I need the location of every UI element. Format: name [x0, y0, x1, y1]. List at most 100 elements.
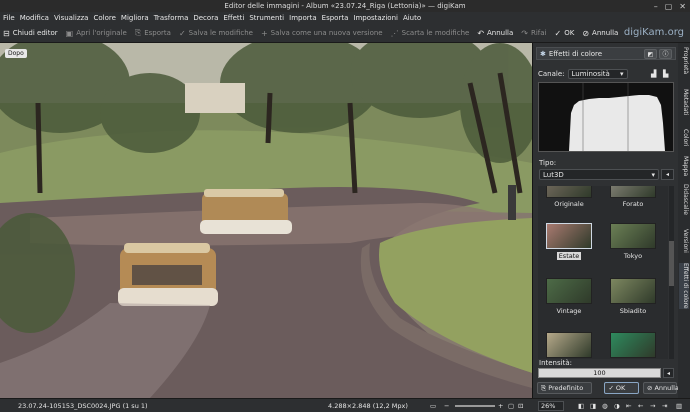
window-titlebar: Editor delle immagini - Album «23.07.24_… [0, 0, 690, 12]
softproof-icon[interactable]: ◑ [614, 402, 620, 410]
lut-grid: Originale Forato Estate Tokyo Vintage Sb… [538, 186, 668, 359]
export-label: Esporta [144, 29, 171, 37]
scrollbar-thumb[interactable] [669, 241, 674, 286]
menu-strumenti[interactable]: Strumenti [249, 14, 284, 22]
intensity-label: Intensità: [539, 359, 572, 367]
channel-select[interactable]: Luminosità ▾ [567, 69, 628, 79]
menu-file[interactable]: File [3, 14, 15, 22]
toolbar-cancel-button[interactable]: ⊘ Annulla [582, 29, 618, 38]
brand-logo: digiKam.org [623, 27, 684, 38]
next-image-icon[interactable]: → [650, 402, 655, 410]
zoom-select[interactable]: 26% [538, 401, 564, 411]
toolbar-ok-label: OK [564, 29, 575, 37]
menu-impostazioni[interactable]: Impostazioni [353, 14, 398, 22]
lut-thumbnail-estate[interactable] [546, 223, 592, 249]
menu-migliora[interactable]: Migliora [121, 14, 149, 22]
sidebar-toggle-icon[interactable]: ▥ [676, 402, 682, 410]
zoom-slider[interactable] [455, 405, 495, 407]
lut-thumbnail-forato[interactable] [610, 186, 656, 198]
undo-icon: ↶ [477, 28, 485, 38]
lut-thumbnail-sbiadito[interactable] [610, 278, 656, 304]
undo-button[interactable]: ↶ Annulla [477, 29, 513, 38]
previous-image-icon[interactable]: ← [638, 402, 643, 410]
menu-trasforma[interactable]: Trasforma [154, 14, 189, 22]
checkmark-icon: ✓ [608, 384, 614, 392]
checkmark-icon: ✓ [178, 28, 186, 38]
lut-label-sbiadito: Sbiadito [619, 307, 647, 315]
tab-colori[interactable]: Colori [679, 129, 689, 146]
redo-button[interactable]: ↷ Rifai [521, 29, 546, 38]
zoom-in-icon[interactable]: + [498, 402, 503, 410]
status-bar: 23.07.24-105153_DSC0024.JPG (1 su 1) 4.2… [0, 398, 690, 412]
tab-mappa[interactable]: Mappa [679, 156, 689, 176]
reset-intensity-button[interactable]: ◂ [663, 368, 674, 378]
zoom-100-icon[interactable]: ▢ [508, 402, 514, 410]
discard-icon: ⋰ [390, 28, 399, 38]
histogram [538, 82, 674, 152]
reset-type-button[interactable]: ◂ [661, 169, 674, 180]
lut-thumbnail-tokyo[interactable] [610, 223, 656, 249]
status-dimensions: 4.288×2.848 (12,2 Mpx) [328, 402, 408, 410]
menu-importa[interactable]: Importa [289, 14, 317, 22]
main-toolbar: ⊟ Chiudi editor ▣ Apri l'originale ⎘ Esport… [0, 24, 690, 43]
close-editor-button[interactable]: ⊟ Chiudi editor [3, 29, 58, 38]
default-button[interactable]: ⎘ Predefinito [537, 382, 593, 394]
color-managed-icon[interactable]: ◍ [602, 402, 608, 410]
menu-bar: File Modifica Visualizza Colore Migliora… [0, 12, 690, 24]
photo-preview [0, 43, 532, 398]
underexposure-icon[interactable]: ◧ [578, 402, 584, 410]
open-original-button[interactable]: ▣ Apri l'originale [66, 29, 127, 38]
type-select[interactable]: Lut3D ▾ [539, 169, 659, 180]
save-new-version-button[interactable]: + Salva come una nuova versione [261, 29, 383, 38]
lut-thumbnail-7[interactable] [546, 332, 592, 358]
lut-thumbnail-vintage[interactable] [546, 278, 592, 304]
discard-changes-button[interactable]: ⋰ Scarta le modifiche [391, 29, 470, 38]
color-effects-panel: ✱ Effetti di colore ◩ ⓘ Canale: Luminosi… [532, 43, 679, 398]
lut-label-estate: Estate [539, 252, 599, 260]
status-filename: 23.07.24-105153_DSC0024.JPG (1 su 1) [18, 402, 148, 410]
ok-button[interactable]: ✓ OK [604, 382, 639, 394]
linear-scale-icon[interactable]: ▟ [651, 70, 656, 78]
lut-label-forato: Forato [622, 200, 644, 208]
first-image-icon[interactable]: ⇤ [626, 402, 631, 410]
ok-button-label: OK [615, 384, 626, 392]
overexposure-icon[interactable]: ◨ [590, 402, 596, 410]
menu-decora[interactable]: Decora [193, 14, 218, 22]
menu-esporta[interactable]: Esporta [322, 14, 349, 22]
tab-versioni[interactable]: Versioni [679, 229, 689, 253]
export-button[interactable]: ⎘ Esporta [135, 28, 171, 38]
lut-label-tokyo: Tokyo [623, 252, 643, 260]
save-changes-button[interactable]: ✓ Salva le modifiche [179, 29, 253, 38]
lut-thumbnail-8[interactable] [610, 332, 656, 358]
redo-label: Rifai [531, 29, 547, 37]
cancel-icon: ⊘ [647, 384, 653, 392]
tab-didascalie[interactable]: Didascalie [679, 184, 689, 215]
tab-metadati[interactable]: Metadati [679, 89, 689, 115]
menu-colore[interactable]: Colore [93, 14, 115, 22]
menu-effetti[interactable]: Effetti [223, 14, 244, 22]
cancel-icon: ⊘ [582, 28, 590, 38]
panel-title: Effetti di colore [548, 49, 603, 58]
open-original-label: Apri l'originale [76, 29, 127, 37]
type-value: Lut3D [543, 170, 564, 179]
intensity-slider[interactable]: 100 [538, 368, 661, 378]
fit-icon[interactable]: ⊡ [518, 402, 523, 410]
lut-grid-scrollbar[interactable] [669, 186, 674, 359]
info-button[interactable]: ⓘ [659, 49, 672, 59]
tab-effetti-di-colore[interactable]: Effetti di colore [679, 263, 689, 309]
lut-thumbnail-originale[interactable] [546, 186, 592, 198]
last-image-icon[interactable]: ⇥ [662, 402, 667, 410]
fit-window-icon[interactable]: ▭ [430, 402, 436, 410]
image-canvas[interactable] [0, 43, 532, 398]
chevron-down-icon: ▾ [620, 70, 624, 78]
log-scale-icon[interactable]: ▙ [663, 70, 668, 78]
panel-header: ✱ Effetti di colore ◩ ⓘ [536, 47, 676, 60]
zoom-out-icon[interactable]: − [444, 402, 449, 410]
toolbar-ok-button[interactable]: ✓ OK [555, 29, 575, 38]
menu-visualizza[interactable]: Visualizza [54, 14, 88, 22]
menu-modifica[interactable]: Modifica [20, 14, 49, 22]
preview-toggle-button[interactable]: ◩ [644, 49, 657, 59]
cancel-button[interactable]: ⊘ Annulla [643, 382, 679, 394]
tab-proprieta[interactable]: Proprietà [679, 47, 689, 74]
menu-aiuto[interactable]: Aiuto [403, 14, 421, 22]
